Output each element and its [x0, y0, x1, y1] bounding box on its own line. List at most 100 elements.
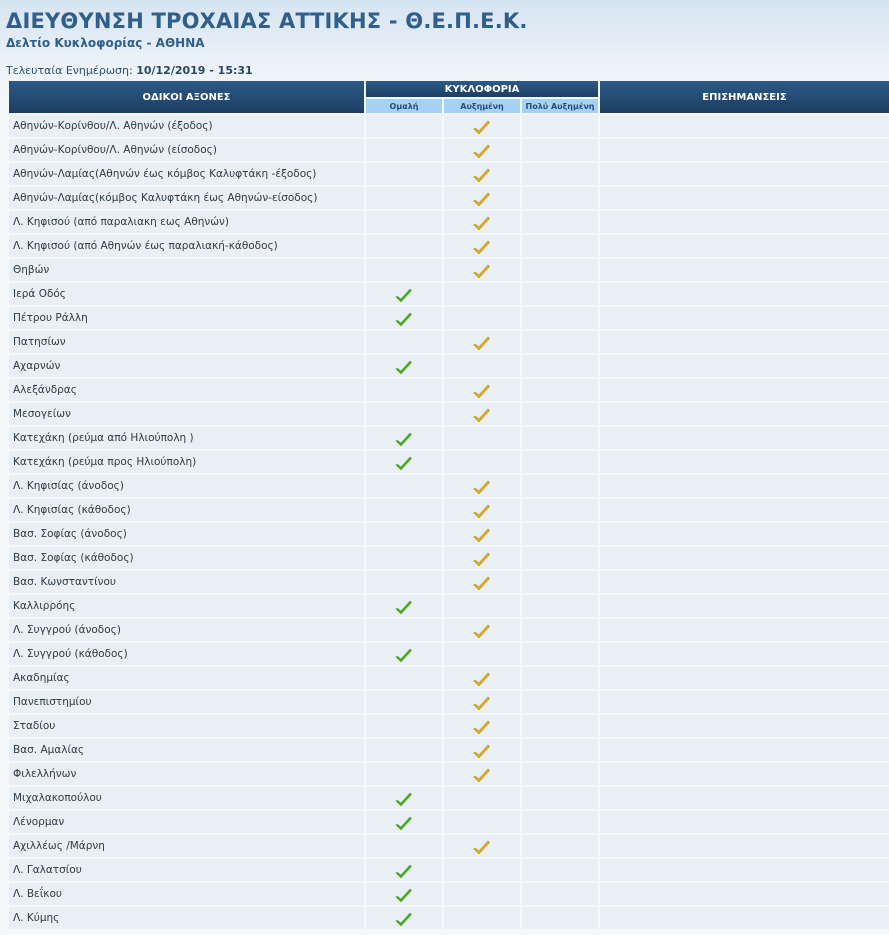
table-row: Σταδίου	[9, 715, 889, 737]
road-name: Θηβών	[9, 259, 364, 281]
notes-cell	[600, 283, 889, 305]
traffic-cell-normal	[366, 835, 442, 857]
traffic-cell-very-increased	[522, 187, 598, 209]
notes-cell	[600, 427, 889, 449]
traffic-cell-very-increased	[522, 499, 598, 521]
notes-cell	[600, 547, 889, 569]
traffic-cell-normal	[366, 691, 442, 713]
orange-check-icon	[473, 838, 491, 856]
notes-cell	[600, 259, 889, 281]
traffic-cell-increased	[444, 667, 520, 689]
orange-check-icon	[473, 718, 491, 736]
table-row: Λ. Κηφισίας (άνοδος)	[9, 475, 889, 497]
road-name: Αχαρνών	[9, 355, 364, 377]
traffic-cell-increased	[444, 739, 520, 761]
traffic-table: ΟΔΙΚΟΙ ΑΞΟΝΕΣ ΚΥΚΛΟΦΟΡΙΑ ΕΠΙΣΗΜΑΝΣΕΙΣ Ομ…	[7, 79, 889, 931]
notes-cell	[600, 307, 889, 329]
table-row: Αχιλλέως /Μάρνη	[9, 835, 889, 857]
road-name: Λ. Κηφισίας (άνοδος)	[9, 475, 364, 497]
orange-check-icon	[473, 622, 491, 640]
green-check-icon	[395, 430, 413, 448]
table-row: Κατεχάκη (ρεύμα προς Ηλιούπολη)	[9, 451, 889, 473]
notes-cell	[600, 595, 889, 617]
table-row: Πατησίων	[9, 331, 889, 353]
table-row: Ακαδημίας	[9, 667, 889, 689]
table-row: Λ. Κηφισίας (κάθοδος)	[9, 499, 889, 521]
traffic-cell-very-increased	[522, 259, 598, 281]
table-row: Βασ. Σοφίας (άνοδος)	[9, 523, 889, 545]
traffic-cell-increased	[444, 547, 520, 569]
traffic-cell-increased	[444, 211, 520, 233]
table-row: Λ. Κηφισού (από Αθηνών έως παραλιακή-κάθ…	[9, 235, 889, 257]
green-check-icon	[395, 814, 413, 832]
orange-check-icon	[473, 742, 491, 760]
traffic-cell-increased	[444, 307, 520, 329]
orange-check-icon	[473, 574, 491, 592]
road-name: Λ. Συγγρού (κάθοδος)	[9, 643, 364, 665]
traffic-cell-normal	[366, 763, 442, 785]
traffic-cell-increased	[444, 451, 520, 473]
table-row: Βασ. Κωνσταντίνου	[9, 571, 889, 593]
road-name: Πέτρου Ράλλη	[9, 307, 364, 329]
traffic-cell-normal	[366, 787, 442, 809]
table-row: Πέτρου Ράλλη	[9, 307, 889, 329]
orange-check-icon	[473, 694, 491, 712]
traffic-cell-increased	[444, 883, 520, 905]
traffic-cell-very-increased	[522, 907, 598, 929]
traffic-cell-very-increased	[522, 763, 598, 785]
traffic-cell-increased	[444, 187, 520, 209]
road-name: Φιλελλήνων	[9, 763, 364, 785]
notes-cell	[600, 403, 889, 425]
traffic-cell-increased	[444, 643, 520, 665]
green-check-icon	[395, 646, 413, 664]
traffic-cell-normal	[366, 571, 442, 593]
traffic-cell-very-increased	[522, 571, 598, 593]
road-name: Αθηνών-Λαμίας(κόμβος Καλυφτάκη έως Αθηνώ…	[9, 187, 364, 209]
table-row: Λ. Συγγρού (άνοδος)	[9, 619, 889, 641]
traffic-cell-normal	[366, 595, 442, 617]
traffic-cell-very-increased	[522, 523, 598, 545]
notes-cell	[600, 451, 889, 473]
traffic-cell-normal	[366, 451, 442, 473]
orange-check-icon	[473, 382, 491, 400]
traffic-cell-very-increased	[522, 235, 598, 257]
road-name: Αλεξάνδρας	[9, 379, 364, 401]
table-row: Λ. Κηφισού (από παραλιακη εως Αθηνών)	[9, 211, 889, 233]
table-row: Πανεπιστημίου	[9, 691, 889, 713]
traffic-cell-increased	[444, 331, 520, 353]
traffic-cell-very-increased	[522, 835, 598, 857]
subheader-very-increased: Πολύ Αυξημένη	[522, 99, 598, 113]
green-check-icon	[395, 886, 413, 904]
traffic-cell-very-increased	[522, 547, 598, 569]
page-subtitle: Δελτίο Κυκλοφορίας - ΑΘΗΝΑ	[6, 36, 205, 50]
orange-check-icon	[473, 142, 491, 160]
orange-check-icon	[473, 550, 491, 568]
table-row: Αχαρνών	[9, 355, 889, 377]
table-row: Θηβών	[9, 259, 889, 281]
traffic-cell-increased	[444, 139, 520, 161]
traffic-cell-increased	[444, 475, 520, 497]
last-updated: Τελευταία Ενημέρωση: 10/12/2019 - 15:31	[6, 64, 253, 77]
road-name: Λ. Συγγρού (άνοδος)	[9, 619, 364, 641]
traffic-cell-increased	[444, 427, 520, 449]
subheader-increased: Αυξημένη	[444, 99, 520, 113]
green-check-icon	[395, 286, 413, 304]
traffic-cell-very-increased	[522, 163, 598, 185]
green-check-icon	[395, 358, 413, 376]
road-name: Βασ. Σοφίας (κάθοδος)	[9, 547, 364, 569]
road-name: Αθηνών-Κορίνθου/Λ. Αθηνών (είσοδος)	[9, 139, 364, 161]
traffic-cell-very-increased	[522, 331, 598, 353]
traffic-cell-very-increased	[522, 715, 598, 737]
traffic-cell-normal	[366, 643, 442, 665]
road-name: Λ. Κηφισού (από παραλιακη εως Αθηνών)	[9, 211, 364, 233]
notes-cell	[600, 787, 889, 809]
table-row: Κατεχάκη (ρεύμα από Ηλιούπολη )	[9, 427, 889, 449]
notes-cell	[600, 859, 889, 881]
traffic-cell-very-increased	[522, 883, 598, 905]
notes-cell	[600, 235, 889, 257]
table-row: Βασ. Σοφίας (κάθοδος)	[9, 547, 889, 569]
subheader-normal: Ομαλή	[366, 99, 442, 113]
notes-cell	[600, 619, 889, 641]
notes-cell	[600, 163, 889, 185]
traffic-cell-very-increased	[522, 595, 598, 617]
